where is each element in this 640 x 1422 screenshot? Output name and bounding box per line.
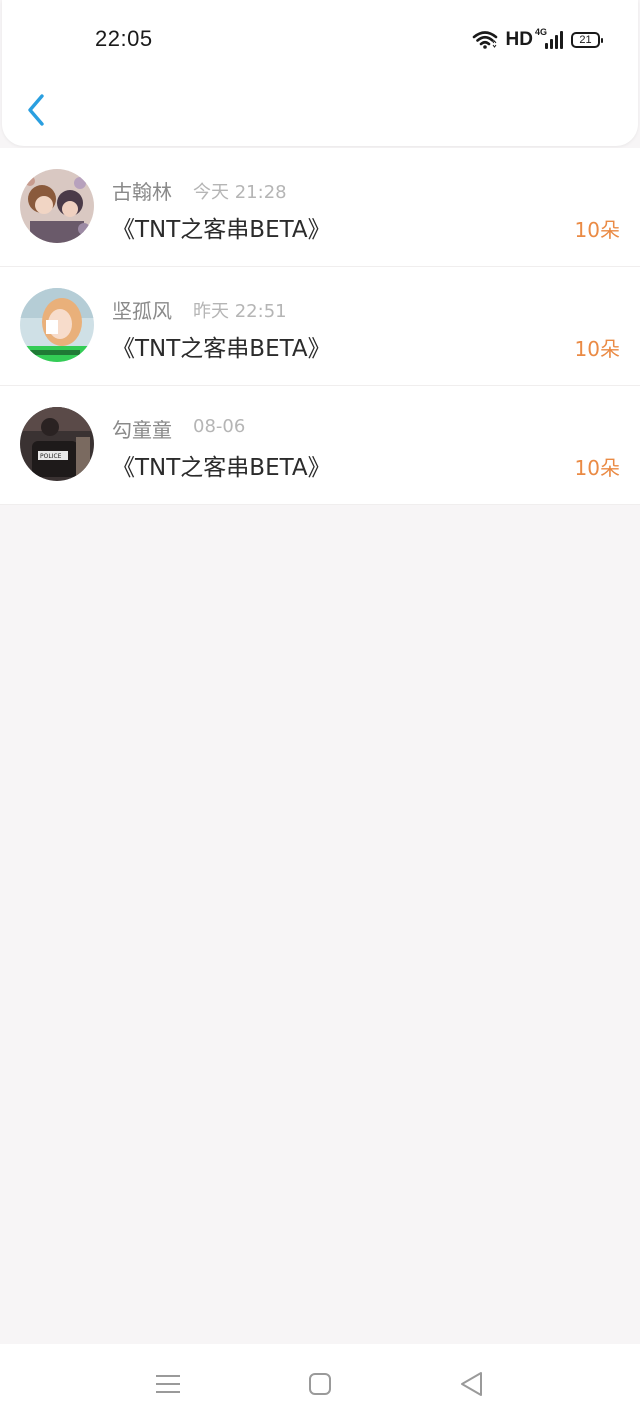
sender-name: 勾童童 [112,418,172,442]
wifi-icon [472,31,497,49]
hd-indicator: HD [505,29,533,50]
home-button[interactable] [306,1370,334,1398]
home-square-icon [309,1373,331,1395]
flower-amount: 10朵 [574,337,620,361]
menu-icon [156,1375,180,1393]
record-list: 古翰林 今天 21:28 《TNT之客串BETA》 10朵 坚孤风 昨天 22:… [0,148,640,505]
status-icons: HD 4G 21 [472,27,603,52]
list-item[interactable]: 坚孤风 昨天 22:51 《TNT之客串BETA》 10朵 [0,267,640,386]
battery-icon: 21 [571,32,603,48]
back-triangle-icon [461,1372,482,1396]
flower-amount: 10朵 [574,218,620,242]
sender-name: 坚孤风 [112,299,172,323]
item-title: 《TNT之客串BETA》 [112,455,331,481]
list-item[interactable]: POLICE 勾童童 08-06 《TNT之客串BETA》 10朵 [0,386,640,505]
item-title: 《TNT之客串BETA》 [112,336,331,362]
system-navbar [0,1344,640,1422]
list-item[interactable]: 古翰林 今天 21:28 《TNT之客串BETA》 10朵 [0,148,640,267]
battery-level: 21 [579,33,592,46]
menu-button[interactable] [154,1370,182,1398]
chevron-left-icon [28,94,44,126]
header: 22:05 HD 4G 21 [2,0,638,146]
item-title: 《TNT之客串BETA》 [112,217,331,243]
screen: 22:05 HD 4G 21 古翰林 今天 21:28 《TNT之客串BETA》… [0,0,640,1422]
nav-back-button[interactable] [458,1370,486,1398]
send-time: 昨天 22:51 [193,301,287,322]
send-time: 08-06 [193,416,246,437]
signal-icon: 4G [535,27,563,49]
back-button[interactable] [24,92,50,128]
sender-name: 古翰林 [112,180,172,204]
avatar[interactable]: POLICE [20,407,94,481]
network-type-label: 4G [535,27,548,37]
flower-amount: 10朵 [574,456,620,480]
police-badge-text: POLICE [40,453,62,460]
status-time: 22:05 [95,26,153,51]
send-time: 今天 21:28 [193,182,287,203]
avatar[interactable] [20,288,94,362]
avatar[interactable] [20,169,94,243]
